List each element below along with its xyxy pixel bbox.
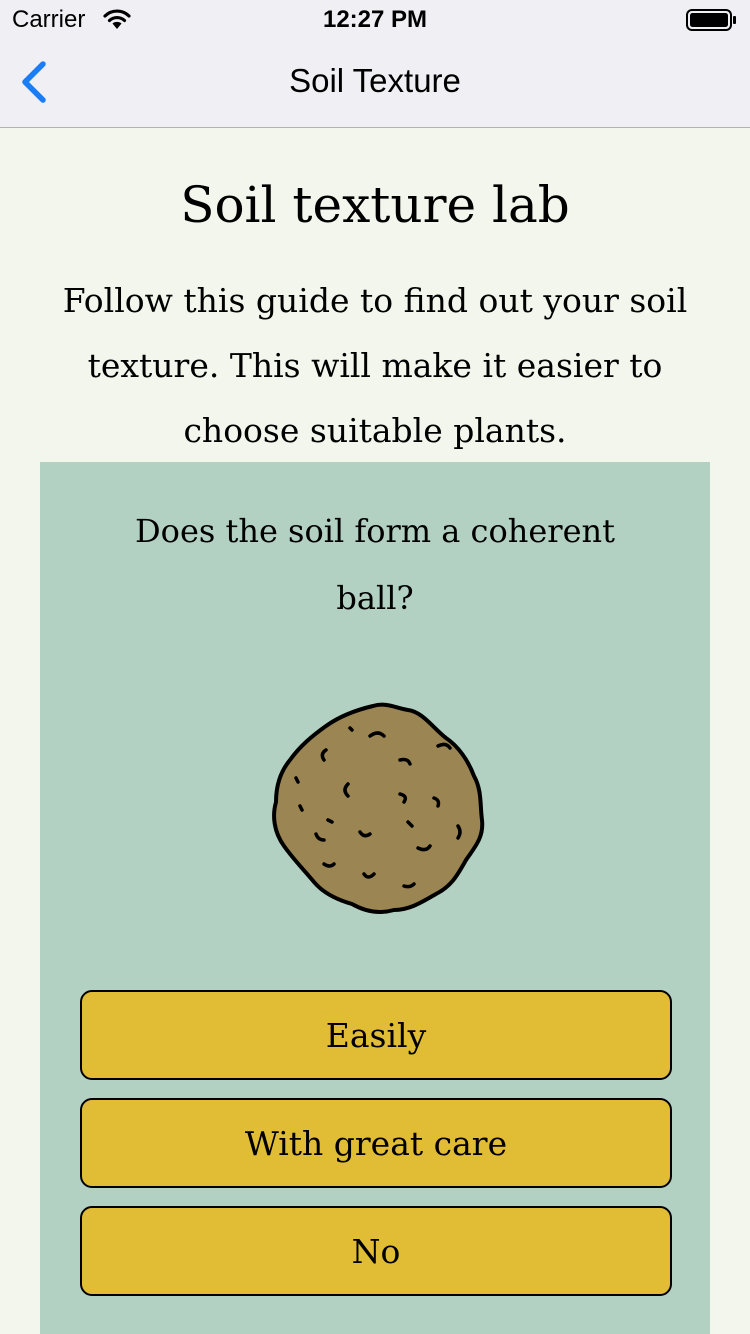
question-text: Does the soil form a coherent ball?	[135, 512, 615, 617]
nav-title: Soil Texture	[289, 62, 461, 99]
page-title: Soil texture lab	[180, 176, 570, 234]
answer-with-great-care-button[interactable]: With great care	[80, 1098, 672, 1188]
battery-icon	[686, 9, 736, 31]
soil-ball-icon	[272, 702, 485, 914]
status-time: 12:27 PM	[322, 6, 428, 33]
answer-no-button[interactable]: No	[80, 1206, 672, 1296]
status-bar: Carrier 12:27 PM	[0, 0, 750, 40]
navigation-bar: Soil Texture	[0, 40, 750, 128]
intro-text: Follow this guide to find out your soil …	[62, 281, 688, 450]
answer-easily-button[interactable]: Easily	[80, 990, 672, 1080]
question-card: Does the soil form a coherent ball? Easi…	[40, 462, 710, 1334]
